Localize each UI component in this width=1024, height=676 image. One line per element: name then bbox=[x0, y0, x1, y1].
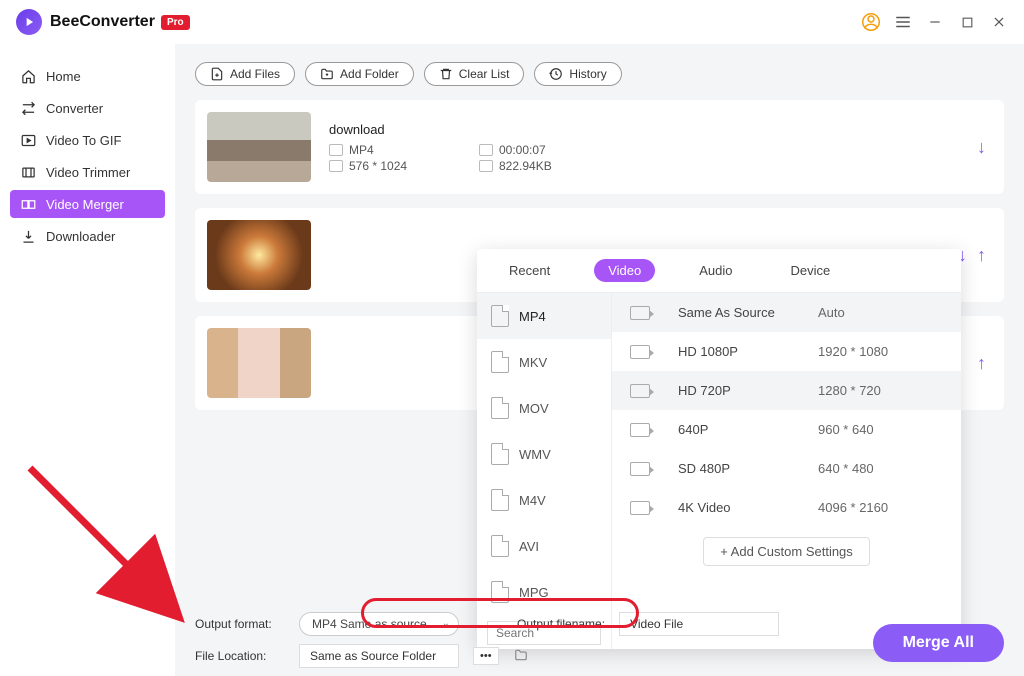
action-row: Add Files Add Folder Clear List History bbox=[195, 62, 1004, 86]
document-icon bbox=[491, 535, 509, 557]
resolution-item[interactable]: HD 1080P1920 * 1080 bbox=[612, 332, 961, 371]
resolution-item[interactable]: HD 720P1280 * 720 bbox=[612, 371, 961, 410]
format-item-mp4[interactable]: MP4 bbox=[477, 293, 611, 339]
converter-icon bbox=[20, 100, 36, 116]
merger-icon bbox=[20, 196, 36, 212]
sidebar-item-home[interactable]: Home bbox=[10, 62, 165, 90]
add-custom-settings-button[interactable]: + Add Custom Settings bbox=[703, 537, 870, 566]
user-icon[interactable] bbox=[862, 13, 880, 31]
sidebar: Home Converter Video To GIF Video Trimme… bbox=[0, 44, 175, 676]
sidebar-item-label: Home bbox=[46, 69, 81, 84]
dimensions-icon bbox=[329, 160, 343, 172]
move-up-button[interactable]: ↑ bbox=[977, 353, 986, 374]
format-item-avi[interactable]: AVI bbox=[477, 523, 611, 569]
video-icon bbox=[630, 462, 650, 476]
title-bar: BeeConverter Pro bbox=[0, 0, 1024, 44]
format-icon bbox=[329, 144, 343, 156]
video-icon bbox=[630, 423, 650, 437]
open-folder-button[interactable] bbox=[513, 648, 529, 665]
app-title: BeeConverter bbox=[50, 13, 155, 31]
resolution-item[interactable]: 640P960 * 640 bbox=[612, 410, 961, 449]
output-filename-label: Output filename: bbox=[517, 617, 605, 631]
document-icon bbox=[491, 305, 509, 327]
clear-list-button[interactable]: Clear List bbox=[424, 62, 525, 86]
document-icon bbox=[491, 489, 509, 511]
pro-badge: Pro bbox=[161, 15, 190, 30]
document-icon bbox=[491, 581, 509, 603]
file-card[interactable]: download MP4 00:00:07 576 * 1024 822.94K… bbox=[195, 100, 1004, 194]
add-files-button[interactable]: Add Files bbox=[195, 62, 295, 86]
format-item-wmv[interactable]: WMV bbox=[477, 431, 611, 477]
tab-audio[interactable]: Audio bbox=[685, 259, 746, 282]
file-name: download bbox=[329, 122, 959, 137]
bottom-bar: Output format: MP4 Same as source⌄ Outpu… bbox=[195, 612, 1004, 668]
resolution-item[interactable]: 4K Video4096 * 2160 bbox=[612, 488, 961, 527]
main-content: Add Files Add Folder Clear List History … bbox=[175, 44, 1024, 676]
size-icon bbox=[479, 160, 493, 172]
video-icon bbox=[630, 345, 650, 359]
resolution-item[interactable]: SD 480P640 * 480 bbox=[612, 449, 961, 488]
maximize-button[interactable] bbox=[958, 13, 976, 31]
format-item-mpg[interactable]: MPG bbox=[477, 569, 611, 615]
sidebar-item-label: Video To GIF bbox=[46, 133, 121, 148]
resolution-item[interactable]: Same As SourceAuto bbox=[612, 293, 961, 332]
home-icon bbox=[20, 68, 36, 84]
format-item-m4v[interactable]: M4V bbox=[477, 477, 611, 523]
output-format-label: Output format: bbox=[195, 617, 285, 631]
output-format-select[interactable]: MP4 Same as source⌄ bbox=[299, 612, 459, 636]
sidebar-item-video-trimmer[interactable]: Video Trimmer bbox=[10, 158, 165, 186]
format-column: MP4 MKV MOV WMV M4V AVI MPG bbox=[477, 293, 612, 649]
move-up-button[interactable]: ↑ bbox=[977, 245, 986, 266]
sidebar-item-label: Video Trimmer bbox=[46, 165, 130, 180]
sidebar-item-downloader[interactable]: Downloader bbox=[10, 222, 165, 250]
sidebar-item-video-to-gif[interactable]: Video To GIF bbox=[10, 126, 165, 154]
video-icon bbox=[630, 501, 650, 515]
tab-recent[interactable]: Recent bbox=[495, 259, 564, 282]
document-icon bbox=[491, 397, 509, 419]
menu-icon[interactable] bbox=[894, 13, 912, 31]
sidebar-item-label: Downloader bbox=[46, 229, 115, 244]
close-button[interactable] bbox=[990, 13, 1008, 31]
video-icon bbox=[630, 306, 650, 320]
history-button[interactable]: History bbox=[534, 62, 621, 86]
minimize-button[interactable] bbox=[926, 13, 944, 31]
chevron-down-icon: ⌄ bbox=[442, 618, 450, 629]
format-item-mkv[interactable]: MKV bbox=[477, 339, 611, 385]
app-logo bbox=[16, 9, 42, 35]
merge-all-button[interactable]: Merge All bbox=[873, 624, 1004, 662]
format-popup: Recent Video Audio Device MP4 MKV MOV WM… bbox=[477, 249, 961, 649]
trimmer-icon bbox=[20, 164, 36, 180]
sidebar-item-converter[interactable]: Converter bbox=[10, 94, 165, 122]
clock-icon bbox=[479, 144, 493, 156]
sidebar-item-label: Converter bbox=[46, 101, 103, 116]
document-icon bbox=[491, 443, 509, 465]
gif-icon bbox=[20, 132, 36, 148]
document-icon bbox=[491, 351, 509, 373]
thumbnail bbox=[207, 220, 311, 290]
tab-device[interactable]: Device bbox=[776, 259, 844, 282]
format-item-mov[interactable]: MOV bbox=[477, 385, 611, 431]
thumbnail bbox=[207, 112, 311, 182]
move-down-button[interactable]: ↓ bbox=[977, 137, 986, 158]
output-filename-input[interactable]: Video File bbox=[619, 612, 779, 636]
tab-video[interactable]: Video bbox=[594, 259, 655, 282]
tab-row: Recent Video Audio Device bbox=[477, 249, 961, 293]
thumbnail bbox=[207, 328, 311, 398]
add-folder-button[interactable]: Add Folder bbox=[305, 62, 414, 86]
resolution-column: Same As SourceAuto HD 1080P1920 * 1080 H… bbox=[612, 293, 961, 649]
sidebar-item-label: Video Merger bbox=[46, 197, 124, 212]
download-icon bbox=[20, 228, 36, 244]
file-location-input[interactable]: Same as Source Folder bbox=[299, 644, 459, 668]
sidebar-item-video-merger[interactable]: Video Merger bbox=[10, 190, 165, 218]
video-icon bbox=[630, 384, 650, 398]
file-meta: download MP4 00:00:07 576 * 1024 822.94K… bbox=[329, 122, 959, 173]
file-location-label: File Location: bbox=[195, 649, 285, 663]
browse-button[interactable]: ••• bbox=[473, 647, 499, 665]
